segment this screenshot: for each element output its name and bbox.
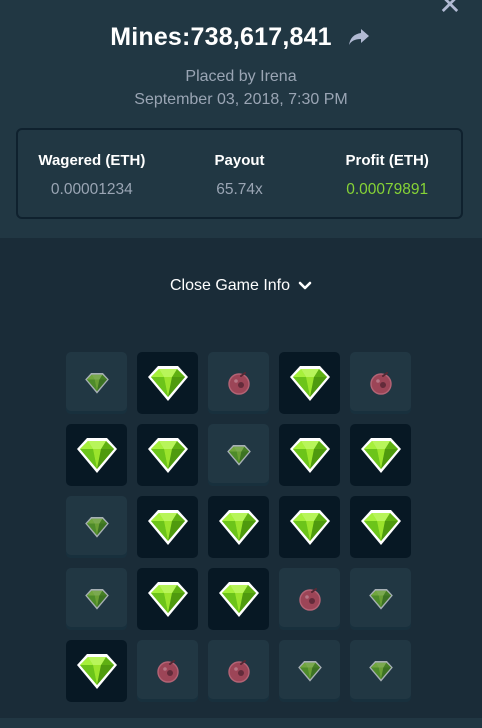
close-game-info-toggle[interactable]: Close Game Info (0, 274, 482, 298)
gem-icon (76, 438, 117, 473)
gem-icon (218, 510, 259, 545)
game-info-header: ✕ Mines:738,617,841 Placed by Irena Sept… (0, 0, 482, 238)
title-row: Mines:738,617,841 (0, 18, 482, 56)
gem-tile[interactable] (137, 352, 198, 414)
gem-tile[interactable] (350, 496, 411, 558)
gem-icon (84, 516, 109, 538)
gem-tile[interactable] (208, 568, 269, 630)
gem-icon (297, 660, 322, 682)
stat-value: 65.74x (216, 181, 263, 198)
gem-icon (218, 582, 259, 617)
gem-tile[interactable] (137, 568, 198, 630)
mine-tile[interactable] (137, 640, 198, 702)
mine-tile[interactable] (208, 640, 269, 702)
gem-icon (289, 510, 330, 545)
stat-wagered: Wagered (ETH) 0.00001234 (18, 130, 166, 217)
mine-icon (298, 588, 321, 611)
gem-tile[interactable] (279, 352, 340, 414)
gem-icon (360, 438, 401, 473)
bet-title: Mines:738,617,841 (110, 22, 332, 51)
gem-tile[interactable] (279, 496, 340, 558)
gem-icon (84, 372, 109, 394)
mines-board (66, 352, 411, 702)
gem-icon (360, 510, 401, 545)
gem-tile[interactable] (66, 352, 127, 414)
gem-icon (226, 444, 251, 466)
gem-icon (76, 654, 117, 689)
gem-tile[interactable] (66, 640, 127, 702)
chevron-down-icon (298, 279, 312, 293)
gem-icon (289, 366, 330, 401)
share-arrow-icon[interactable] (346, 24, 372, 50)
gem-tile[interactable] (279, 640, 340, 702)
gem-tile[interactable] (66, 496, 127, 558)
stat-label: Payout (214, 152, 265, 169)
gem-tile[interactable] (350, 424, 411, 486)
stat-value: 0.00001234 (50, 181, 133, 198)
gem-tile[interactable] (137, 424, 198, 486)
mine-tile[interactable] (208, 352, 269, 414)
close-icon[interactable]: ✕ (436, 0, 464, 19)
gem-tile[interactable] (66, 424, 127, 486)
mine-icon (369, 372, 392, 395)
gem-tile[interactable] (208, 496, 269, 558)
mine-icon (227, 660, 250, 683)
placed-by: Placed by Irena (185, 68, 297, 85)
gem-icon (147, 582, 188, 617)
gem-icon (368, 588, 393, 610)
gem-tile[interactable] (279, 424, 340, 486)
gem-icon (147, 510, 188, 545)
gem-icon (289, 438, 330, 473)
gem-icon (368, 660, 393, 682)
mine-icon (227, 372, 250, 395)
mine-tile[interactable] (350, 352, 411, 414)
mine-icon (156, 660, 179, 683)
stat-value: 0.00079891 (346, 181, 429, 198)
gem-tile[interactable] (350, 640, 411, 702)
gem-icon (84, 588, 109, 610)
gem-tile[interactable] (66, 568, 127, 630)
gem-tile[interactable] (137, 496, 198, 558)
mine-tile[interactable] (279, 568, 340, 630)
bet-stats-panel: Wagered (ETH) 0.00001234 Payout 65.74x P… (16, 128, 463, 219)
gem-icon (147, 438, 188, 473)
gem-tile[interactable] (208, 424, 269, 486)
stat-profit: Profit (ETH) 0.00079891 (313, 130, 461, 217)
stat-label: Wagered (ETH) (38, 152, 146, 169)
gem-tile[interactable] (350, 568, 411, 630)
toggle-label: Close Game Info (169, 277, 291, 294)
footer-edge (0, 718, 482, 728)
stat-payout: Payout 65.74x (166, 130, 314, 217)
gem-icon (147, 366, 188, 401)
bet-date: September 03, 2018, 7:30 PM (134, 91, 348, 108)
stat-label: Profit (ETH) (345, 152, 429, 169)
